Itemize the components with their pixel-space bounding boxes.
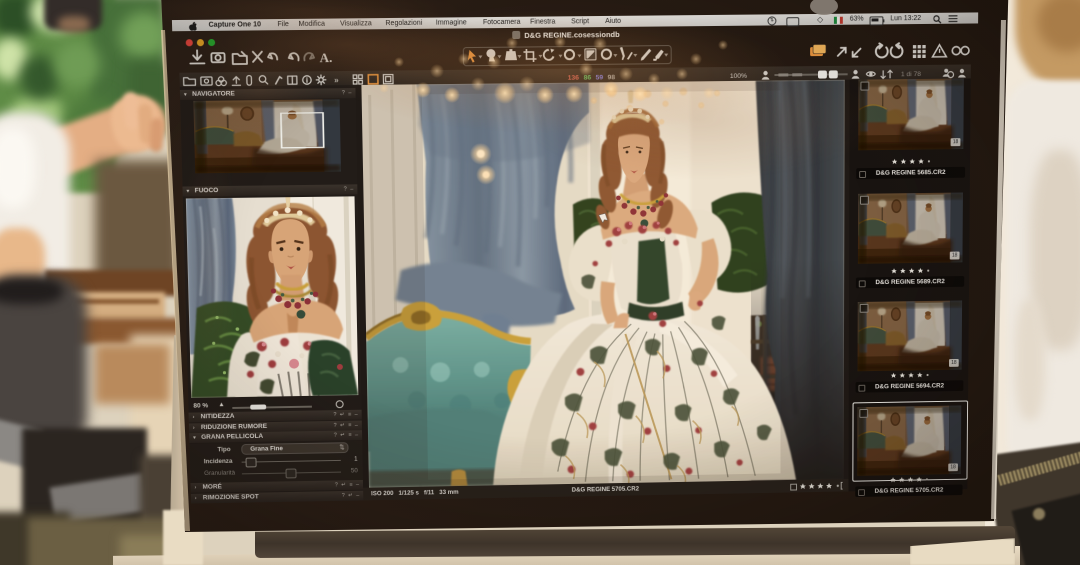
svg-text:100%: 100% xyxy=(730,73,747,80)
svg-text:»: » xyxy=(334,76,339,85)
svg-text:86: 86 xyxy=(584,75,592,82)
svg-text:136: 136 xyxy=(568,75,580,82)
svg-text:98: 98 xyxy=(608,74,616,81)
svg-text:59: 59 xyxy=(596,74,604,81)
svg-text:A.: A. xyxy=(319,50,332,65)
svg-text:1 di 78: 1 di 78 xyxy=(901,71,921,78)
